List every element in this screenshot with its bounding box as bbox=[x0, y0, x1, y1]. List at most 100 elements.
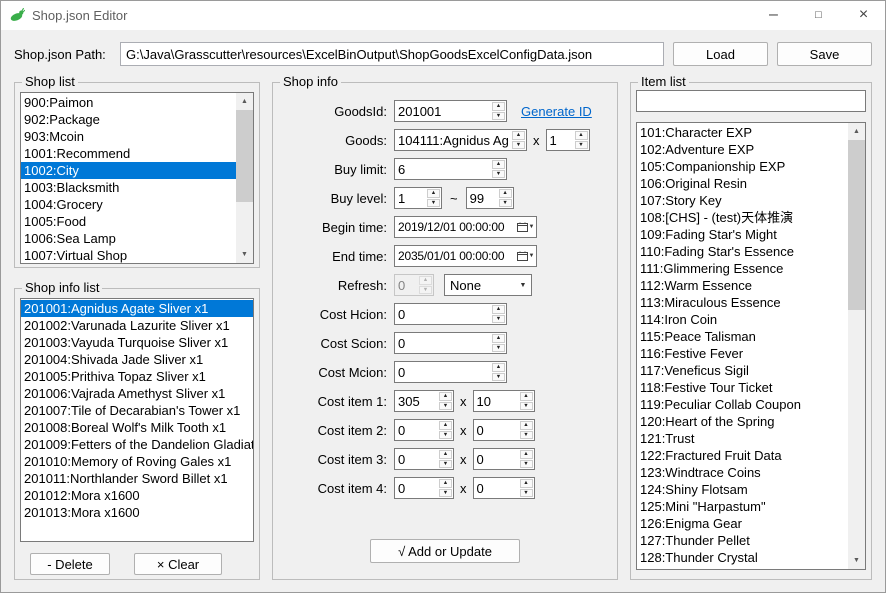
list-item[interactable]: 201010:Memory of Roving Gales x1 bbox=[21, 453, 253, 470]
goodsid-spinner[interactable]: ▲▼ bbox=[394, 100, 507, 122]
spinner-down-icon[interactable]: ▼ bbox=[439, 489, 452, 498]
list-item[interactable]: 124:Shiny Flotsam bbox=[637, 481, 848, 498]
shop-info-list-items[interactable]: 201001:Agnidus Agate Sliver x1201002:Var… bbox=[21, 299, 253, 541]
scroll-down-icon[interactable]: ▼ bbox=[848, 552, 865, 569]
load-button[interactable]: Load bbox=[673, 42, 768, 66]
cost-item-3-count-spinner[interactable]: ▲▼ bbox=[473, 448, 535, 470]
list-item[interactable]: 106:Original Resin bbox=[637, 175, 848, 192]
list-item[interactable]: 123:Windtrace Coins bbox=[637, 464, 848, 481]
scroll-up-icon[interactable]: ▲ bbox=[236, 93, 253, 110]
goods-count-input[interactable] bbox=[547, 130, 574, 150]
list-item[interactable]: 117:Veneficus Sigil bbox=[637, 362, 848, 379]
goods-count-spinner[interactable]: ▲▼ bbox=[546, 129, 590, 151]
list-item[interactable]: 201003:Vayuda Turquoise Sliver x1 bbox=[21, 334, 253, 351]
cost-item-1-id-input[interactable] bbox=[395, 391, 438, 411]
cost-item-4-id-spinner[interactable]: ▲▼ bbox=[394, 477, 454, 499]
spinner-up-icon[interactable]: ▲ bbox=[439, 479, 452, 488]
cost-item-4-id-input[interactable] bbox=[395, 478, 438, 498]
spinner-down-icon[interactable]: ▼ bbox=[492, 315, 505, 324]
cost-item-1-count-spinner[interactable]: ▲▼ bbox=[473, 390, 535, 412]
item-search-input[interactable] bbox=[636, 90, 866, 112]
list-item[interactable]: 110:Fading Star's Essence bbox=[637, 243, 848, 260]
cost-mcion-spinner[interactable]: ▲▼ bbox=[394, 361, 507, 383]
item-listbox[interactable]: 101:Character EXP102:Adventure EXP105:Co… bbox=[636, 122, 866, 570]
cost-item-2-id-spinner[interactable]: ▲▼ bbox=[394, 419, 454, 441]
list-item[interactable]: 201002:Varunada Lazurite Sliver x1 bbox=[21, 317, 253, 334]
list-item[interactable]: 201006:Vajrada Amethyst Sliver x1 bbox=[21, 385, 253, 402]
spinner-down-icon[interactable]: ▼ bbox=[492, 344, 505, 353]
cost-hcion-input[interactable] bbox=[395, 304, 491, 324]
maximize-button[interactable]: □ bbox=[796, 0, 841, 30]
cost-item-1-id-spinner[interactable]: ▲▼ bbox=[394, 390, 454, 412]
list-item[interactable]: 903:Mcoin bbox=[21, 128, 236, 145]
spinner-up-icon[interactable]: ▲ bbox=[439, 450, 452, 459]
list-item[interactable]: 201012:Mora x1600 bbox=[21, 487, 253, 504]
spinner-down-icon[interactable]: ▼ bbox=[439, 460, 452, 469]
list-item[interactable]: 127:Thunder Pellet bbox=[637, 532, 848, 549]
goodsid-input[interactable] bbox=[395, 101, 491, 121]
list-item[interactable]: 201008:Boreal Wolf's Milk Tooth x1 bbox=[21, 419, 253, 436]
buy-level-max-input[interactable] bbox=[467, 188, 498, 208]
list-item[interactable]: 201005:Prithiva Topaz Sliver x1 bbox=[21, 368, 253, 385]
cost-item-4-count-spinner[interactable]: ▲▼ bbox=[473, 477, 535, 499]
cost-item-2-id-input[interactable] bbox=[395, 420, 438, 440]
cost-item-4-count-input[interactable] bbox=[474, 478, 519, 498]
spinner-up-icon[interactable]: ▲ bbox=[492, 160, 505, 169]
cost-hcion-spinner[interactable]: ▲▼ bbox=[394, 303, 507, 325]
shop-info-listbox[interactable]: 201001:Agnidus Agate Sliver x1201002:Var… bbox=[20, 298, 254, 542]
list-item[interactable]: 128:Thunder Crystal bbox=[637, 549, 848, 566]
list-item[interactable]: 1001:Recommend bbox=[21, 145, 236, 162]
list-item[interactable]: 102:Adventure EXP bbox=[637, 141, 848, 158]
spinner-up-icon[interactable]: ▲ bbox=[575, 131, 588, 140]
cost-mcion-input[interactable] bbox=[395, 362, 491, 382]
spinner-up-icon[interactable]: ▲ bbox=[499, 189, 512, 198]
close-button[interactable]: × bbox=[841, 0, 886, 30]
list-item[interactable]: 125:Mini "Harpastum" bbox=[637, 498, 848, 515]
spinner-down-icon[interactable]: ▼ bbox=[520, 402, 533, 411]
list-item[interactable]: 201007:Tile of Decarabian's Tower x1 bbox=[21, 402, 253, 419]
cost-item-3-id-spinner[interactable]: ▲▼ bbox=[394, 448, 454, 470]
spinner-down-icon[interactable]: ▼ bbox=[520, 460, 533, 469]
spinner-down-icon[interactable]: ▼ bbox=[492, 373, 505, 382]
scrollbar-track[interactable] bbox=[848, 140, 865, 552]
cost-item-2-count-spinner[interactable]: ▲▼ bbox=[473, 419, 535, 441]
spinner-down-icon[interactable]: ▼ bbox=[492, 112, 505, 121]
scrollbar-track[interactable] bbox=[236, 110, 253, 246]
begin-time-picker[interactable]: ▼ bbox=[394, 216, 537, 238]
spinner-down-icon[interactable]: ▼ bbox=[520, 431, 533, 440]
spinner-up-icon[interactable]: ▲ bbox=[520, 450, 533, 459]
spinner-up-icon[interactable]: ▲ bbox=[492, 334, 505, 343]
path-input[interactable] bbox=[120, 42, 664, 66]
list-item[interactable]: 900:Paimon bbox=[21, 94, 236, 111]
list-item[interactable]: 201011:Northlander Sword Billet x1 bbox=[21, 470, 253, 487]
minimize-button[interactable]: – bbox=[751, 0, 796, 30]
list-item[interactable]: 121:Trust bbox=[637, 430, 848, 447]
list-item[interactable]: 112:Warm Essence bbox=[637, 277, 848, 294]
scroll-down-icon[interactable]: ▼ bbox=[236, 246, 253, 263]
buy-level-min-spinner[interactable]: ▲▼ bbox=[394, 187, 442, 209]
list-item[interactable]: 1005:Food bbox=[21, 213, 236, 230]
scrollbar-thumb[interactable] bbox=[848, 140, 865, 310]
calendar-dropdown-button[interactable]: ▼ bbox=[515, 222, 536, 232]
spinner-up-icon[interactable]: ▲ bbox=[492, 305, 505, 314]
cost-item-1-count-input[interactable] bbox=[474, 391, 519, 411]
list-item[interactable]: 1006:Sea Lamp bbox=[21, 230, 236, 247]
delete-button[interactable]: - Delete bbox=[30, 553, 110, 575]
generate-id-link[interactable]: Generate ID bbox=[521, 104, 592, 119]
list-item[interactable]: 114:Iron Coin bbox=[637, 311, 848, 328]
item-list-items[interactable]: 101:Character EXP102:Adventure EXP105:Co… bbox=[637, 123, 848, 569]
clear-button[interactable]: × Clear bbox=[134, 553, 222, 575]
spinner-up-icon[interactable]: ▲ bbox=[520, 421, 533, 430]
list-item[interactable]: 105:Companionship EXP bbox=[637, 158, 848, 175]
item-list-scrollbar[interactable]: ▲ ▼ bbox=[848, 123, 865, 569]
spinner-up-icon[interactable]: ▲ bbox=[512, 131, 525, 140]
list-item[interactable]: 201009:Fetters of the Dandelion Gladiato… bbox=[21, 436, 253, 453]
cost-item-2-count-input[interactable] bbox=[474, 420, 519, 440]
title-bar[interactable]: Shop.json Editor – □ × bbox=[0, 0, 886, 30]
list-item[interactable]: 113:Miraculous Essence bbox=[637, 294, 848, 311]
cost-item-3-id-input[interactable] bbox=[395, 449, 438, 469]
list-item[interactable]: 902:Package bbox=[21, 111, 236, 128]
goods-input[interactable] bbox=[395, 130, 511, 150]
shop-list-items[interactable]: 900:Paimon902:Package903:Mcoin1001:Recom… bbox=[21, 93, 236, 263]
list-item[interactable]: 1002:City bbox=[21, 162, 236, 179]
